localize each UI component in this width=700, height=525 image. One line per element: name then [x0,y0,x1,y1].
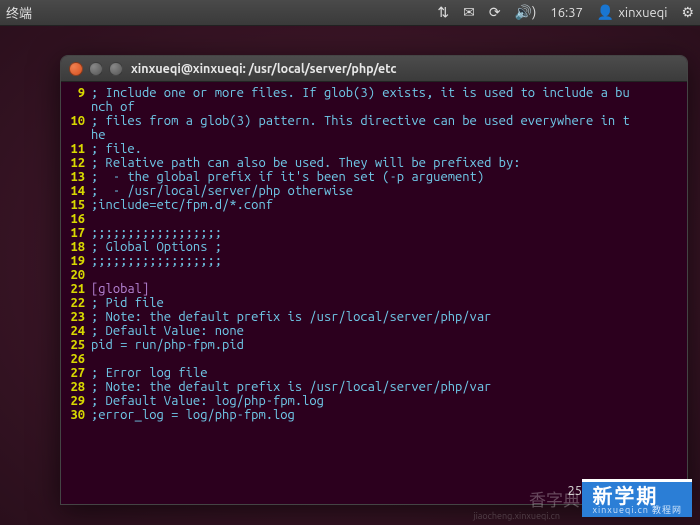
code-text: ; file. [91,142,142,156]
watermark-ghost: 香字典 [529,486,580,511]
code-line: 15;include=etc/fpm.d/*.conf [65,198,683,212]
code-line: 30;error_log = log/php-fpm.log [65,408,683,422]
sync-icon[interactable]: ⟳ [489,4,501,21]
line-number: 22 [65,296,91,310]
line-number: 10 [65,114,91,128]
line-number: 11 [65,142,91,156]
code-text: [global] [91,282,149,296]
line-number: 16 [65,212,91,226]
gear-icon[interactable]: ⚙ [681,4,694,21]
line-number: 17 [65,226,91,240]
line-number: 25 [65,338,91,352]
code-text: pid = run/php-fpm.pid [91,338,244,352]
code-line: 9; Include one or more files. If glob(3)… [65,86,683,100]
line-number: 19 [65,254,91,268]
clock[interactable]: 16:37 [550,6,583,20]
code-line: 11; file. [65,142,683,156]
code-text: ; Global Options ; [91,240,222,254]
line-number: 18 [65,240,91,254]
code-text: ; Include one or more files. If glob(3) … [91,86,630,100]
code-text: ; Pid file [91,296,164,310]
minimize-button[interactable] [89,62,103,76]
code-line: 20 [65,268,683,282]
code-text: ; Default Value: log/php-fpm.log [91,394,324,408]
network-icon[interactable]: ⇅ [437,4,449,21]
code-line: 10; files from a glob(3) pattern. This d… [65,114,683,128]
line-number: 9 [65,86,91,100]
line-number: 30 [65,408,91,422]
code-line: 14; - /usr/local/server/php otherwise [65,184,683,198]
code-line: 28; Note: the default prefix is /usr/loc… [65,380,683,394]
code-text: ; Default Value: none [91,324,244,338]
code-text: ; Relative path can also be used. They w… [91,156,521,170]
line-number: 12 [65,156,91,170]
line-number: 29 [65,394,91,408]
code-line: 13; - the global prefix if it's been set… [65,170,683,184]
code-line: 12; Relative path can also be used. They… [65,156,683,170]
watermark-sub: xinxueqi.cn 教程网 [592,506,682,515]
watermark-main: 新学期 [592,484,658,507]
line-number: 13 [65,170,91,184]
watermark-url: jiaocheng.xinxueqi.cn [473,511,560,521]
volume-icon[interactable]: 🔊) [515,4,537,21]
code-text: ;error_log = log/php-fpm.log [91,408,295,422]
watermark-logo: 新学期 xinxueqi.cn 教程网 [582,479,692,517]
app-menu-label[interactable]: 终端 [6,3,32,22]
code-text: ;include=etc/fpm.d/*.conf [91,198,273,212]
close-button[interactable] [69,62,83,76]
code-text: ; Note: the default prefix is /usr/local… [91,310,491,324]
system-topbar: 终端 ⇅ ✉ ⟳ 🔊) 16:37 👤 xinxueqi ⚙ [0,0,700,26]
code-text: ; - /usr/local/server/php otherwise [91,184,353,198]
window-title: xinxueqi@xinxueqi: /usr/local/server/php… [131,62,397,76]
code-line: 19;;;;;;;;;;;;;;;;;; [65,254,683,268]
username-label[interactable]: xinxueqi [618,6,667,20]
line-number: 15 [65,198,91,212]
code-line: 17;;;;;;;;;;;;;;;;;; [65,226,683,240]
line-number: 14 [65,184,91,198]
line-number: 23 [65,310,91,324]
code-line: 16 [65,212,683,226]
terminal-body[interactable]: 9; Include one or more files. If glob(3)… [61,82,687,504]
code-text: he [91,128,106,142]
terminal-window: xinxueqi@xinxueqi: /usr/local/server/php… [60,55,688,505]
code-line: 25pid = run/php-fpm.pid [65,338,683,352]
code-text: ; files from a glob(3) pattern. This dir… [91,114,630,128]
line-number: 26 [65,352,91,366]
line-number [65,128,91,142]
code-line: 29; Default Value: log/php-fpm.log [65,394,683,408]
code-text: ; Note: the default prefix is /usr/local… [91,380,491,394]
code-line: 23; Note: the default prefix is /usr/loc… [65,310,683,324]
code-line: 27; Error log file [65,366,683,380]
maximize-button[interactable] [109,62,123,76]
code-text: ; Error log file [91,366,207,380]
code-line: 26 [65,352,683,366]
line-number: 28 [65,380,91,394]
window-titlebar[interactable]: xinxueqi@xinxueqi: /usr/local/server/php… [61,56,687,82]
code-line: nch of [65,100,683,114]
user-icon: 👤 [597,4,614,21]
mail-icon[interactable]: ✉ [463,4,475,21]
line-number: 21 [65,282,91,296]
code-line: 24; Default Value: none [65,324,683,338]
code-text: ; - the global prefix if it's been set (… [91,170,484,184]
line-number: 27 [65,366,91,380]
code-text: ;;;;;;;;;;;;;;;;;; [91,226,222,240]
code-line: he [65,128,683,142]
code-text: ;;;;;;;;;;;;;;;;;; [91,254,222,268]
line-number [65,100,91,114]
line-number: 20 [65,268,91,282]
code-line: 22; Pid file [65,296,683,310]
code-line: 18; Global Options ; [65,240,683,254]
line-number: 24 [65,324,91,338]
code-text: nch of [91,100,135,114]
code-line: 21[global] [65,282,683,296]
